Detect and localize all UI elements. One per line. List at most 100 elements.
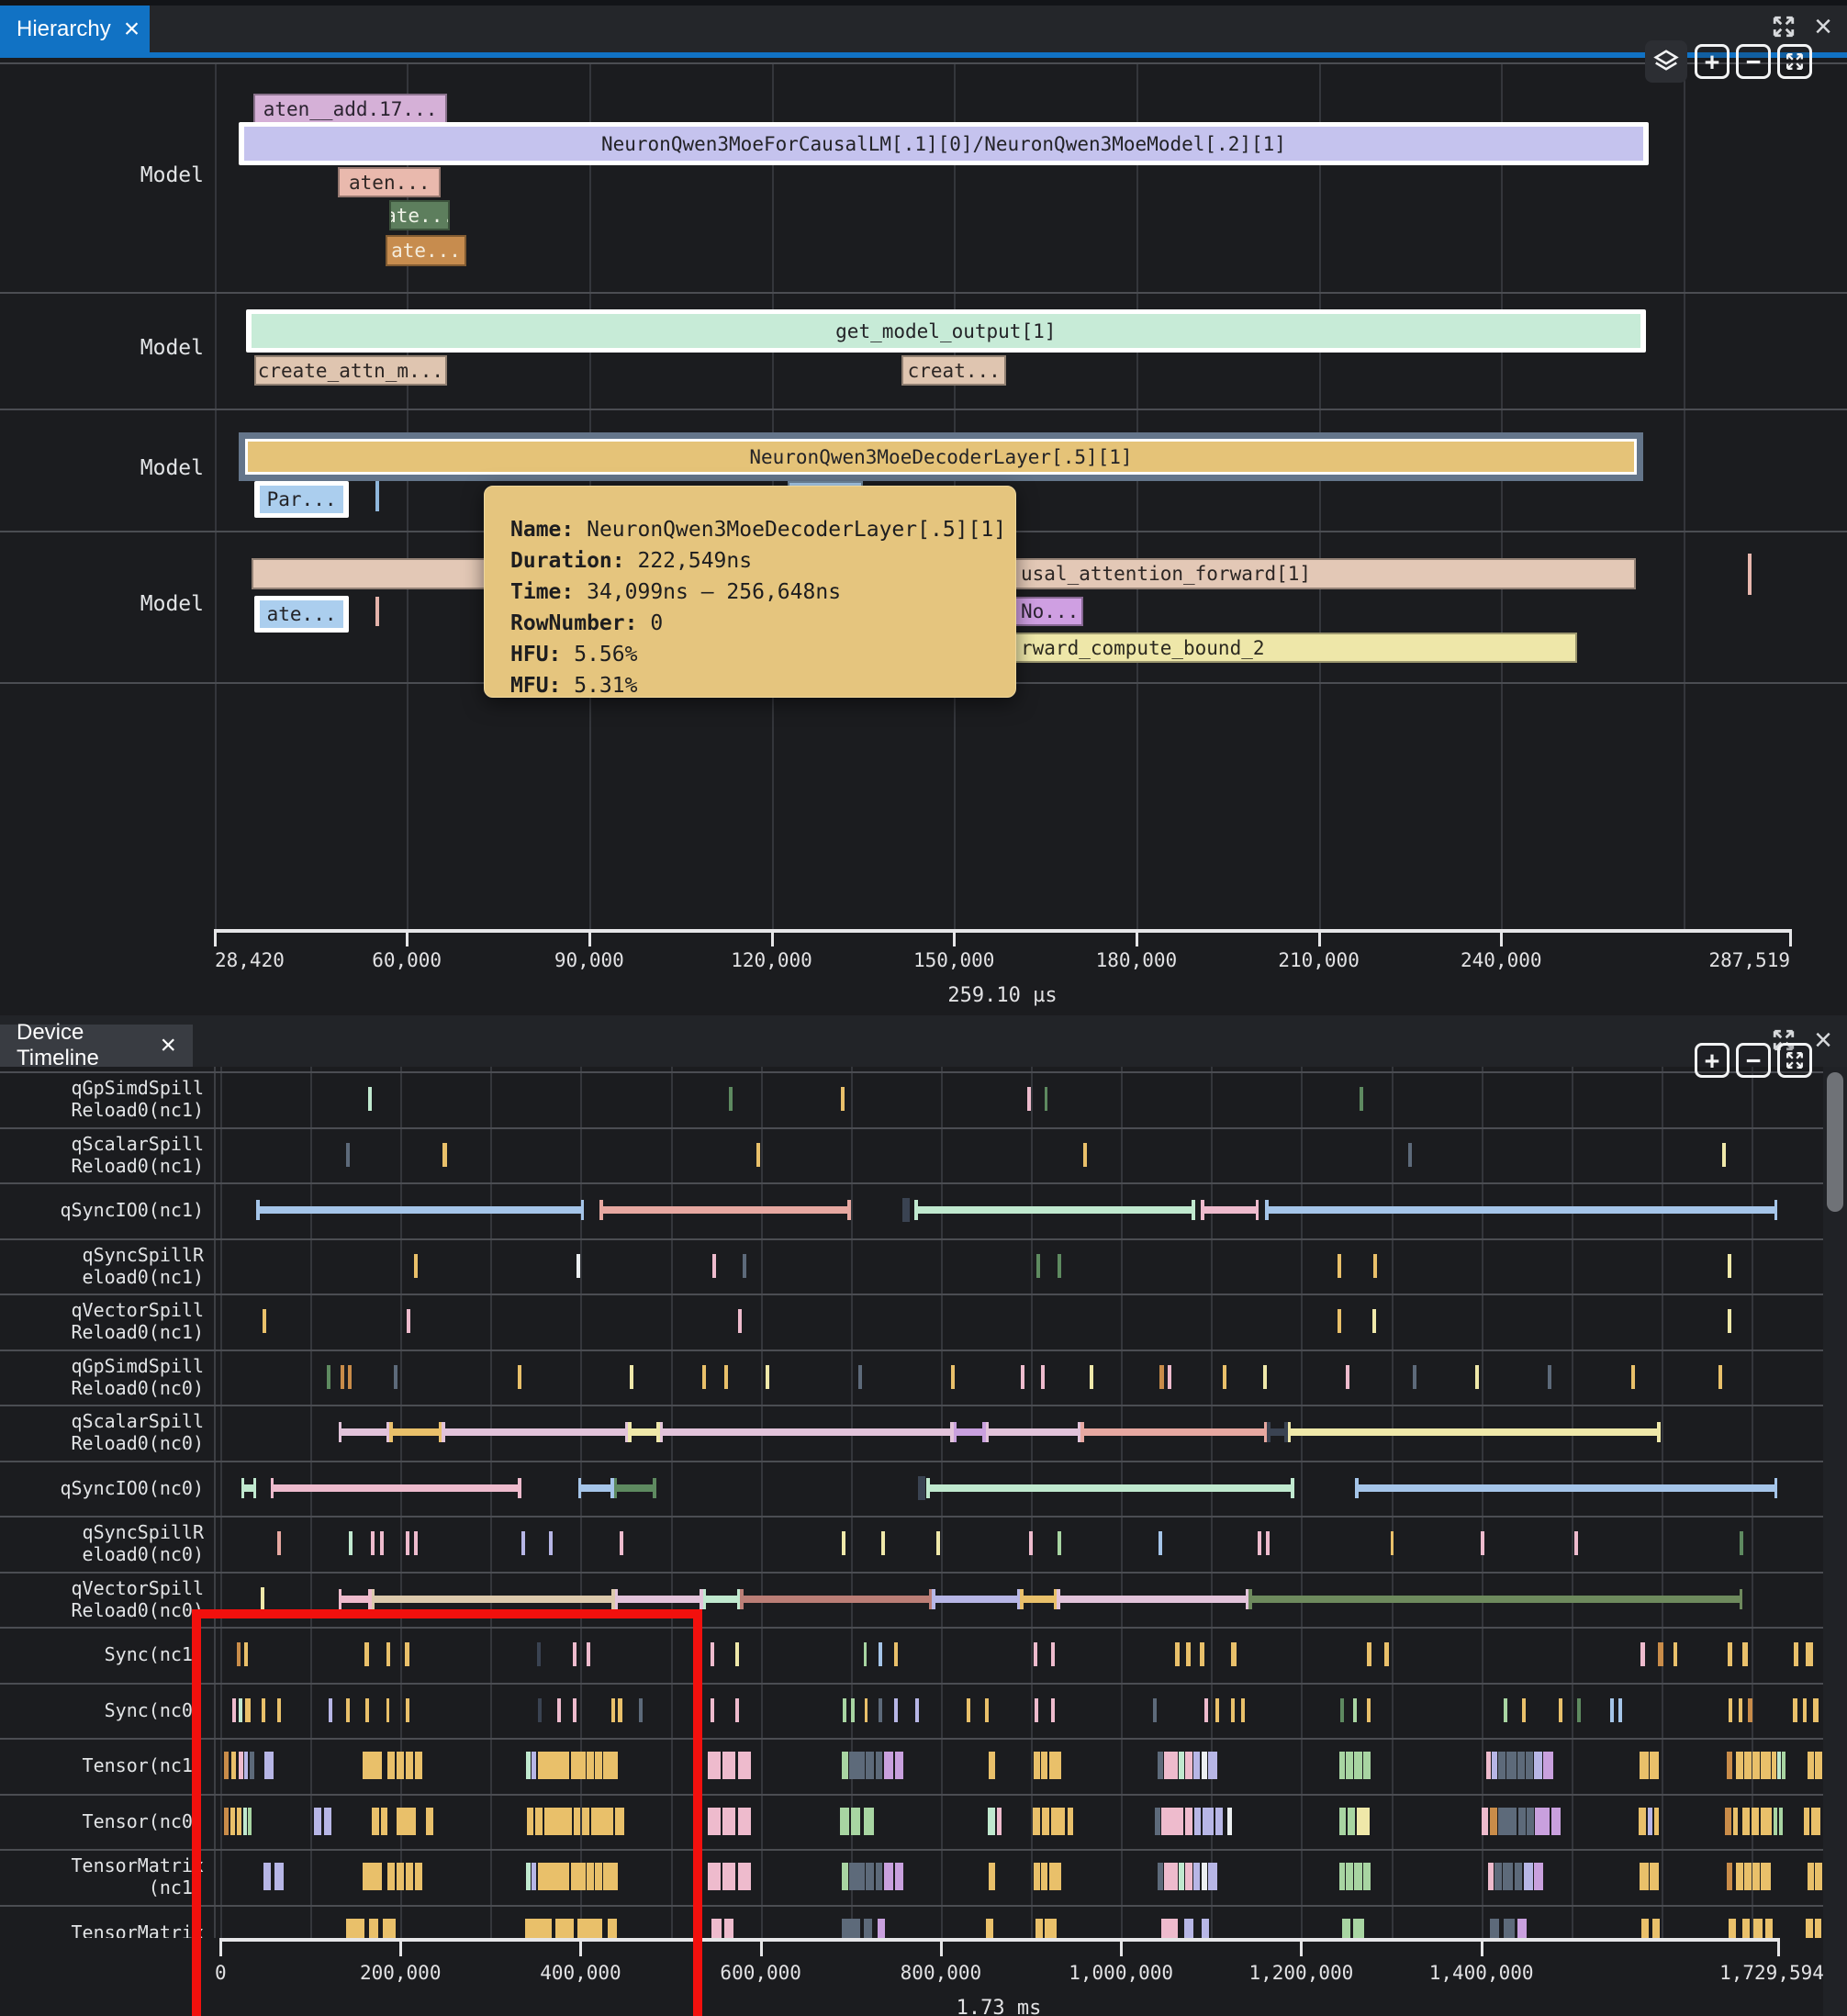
timeline-tick[interactable] — [277, 1531, 281, 1555]
timeline-block[interactable] — [1193, 1752, 1201, 1779]
timeline-tick[interactable] — [371, 1531, 375, 1555]
timeline-block[interactable] — [1049, 1863, 1062, 1890]
timeline-line-segment[interactable] — [615, 1596, 703, 1603]
timeline-tick[interactable] — [1168, 1365, 1171, 1389]
timeline-tick[interactable] — [1258, 1531, 1261, 1555]
timeline-tick[interactable] — [879, 1698, 882, 1722]
timeline-block[interactable] — [708, 1808, 721, 1835]
timeline-block[interactable] — [1179, 1752, 1184, 1779]
timeline-tick[interactable] — [711, 1642, 714, 1666]
timeline-block[interactable] — [1354, 1752, 1362, 1779]
timeline-tick[interactable] — [620, 1531, 623, 1555]
timeline-tick[interactable] — [865, 1698, 868, 1722]
timeline-tick[interactable] — [1618, 1698, 1622, 1722]
timeline-line-segment[interactable] — [932, 1596, 1020, 1603]
timeline-block[interactable] — [1543, 1752, 1553, 1779]
tab-device-timeline[interactable]: Device Timeline × — [0, 1025, 193, 1067]
timeline-block[interactable] — [988, 1808, 995, 1835]
hierarchy-span[interactable]: aten__add.17... — [253, 94, 447, 124]
timeline-tick[interactable] — [327, 1365, 330, 1389]
timeline-tick[interactable] — [1204, 1698, 1208, 1722]
timeline-tick[interactable] — [1266, 1531, 1270, 1555]
timeline-tick[interactable] — [915, 1698, 919, 1722]
timeline-block[interactable] — [989, 1752, 995, 1779]
hierarchy-zoom-out-button[interactable]: − — [1736, 44, 1771, 79]
timeline-block[interactable] — [1503, 1863, 1513, 1890]
hierarchy-span[interactable]: Par... — [260, 486, 343, 513]
timeline-block[interactable] — [1729, 1919, 1736, 1938]
timeline-block[interactable] — [1534, 1752, 1543, 1779]
timeline-block[interactable] — [1357, 1808, 1370, 1835]
timeline-block[interactable] — [1815, 1752, 1823, 1779]
timeline-tick[interactable] — [1722, 1143, 1726, 1167]
timeline-line-segment[interactable] — [614, 1484, 656, 1492]
hierarchy-fit-button[interactable] — [1777, 44, 1812, 79]
timeline-block[interactable] — [1155, 1808, 1160, 1835]
timeline-block[interactable] — [1348, 1808, 1355, 1835]
timeline-tick[interactable] — [1051, 1642, 1055, 1666]
timeline-line-segment[interactable] — [339, 1428, 390, 1436]
timeline-block[interactable] — [1227, 1808, 1232, 1835]
hierarchy-span[interactable]: creat... — [901, 355, 1006, 386]
timeline-tick[interactable] — [1367, 1642, 1371, 1666]
timeline-tick[interactable] — [549, 1531, 553, 1555]
timeline-tick[interactable] — [1058, 1531, 1061, 1555]
timeline-block[interactable] — [1808, 1863, 1814, 1890]
timeline-block[interactable] — [722, 1808, 735, 1835]
timeline-tick[interactable] — [1340, 1698, 1345, 1722]
timeline-block[interactable] — [1640, 1863, 1649, 1890]
timeline-tick[interactable] — [894, 1642, 898, 1666]
timeline-block[interactable] — [1650, 1863, 1659, 1890]
timeline-block[interactable] — [842, 1863, 848, 1890]
timeline-block[interactable] — [866, 1863, 874, 1890]
timeline-block[interactable] — [1185, 1863, 1192, 1890]
timeline-block[interactable] — [1815, 1863, 1823, 1890]
timeline-block[interactable] — [1041, 1863, 1047, 1890]
hierarchy-span[interactable]: ate... — [389, 200, 450, 230]
timeline-line-segment[interactable] — [1288, 1428, 1661, 1436]
timeline-tick[interactable] — [985, 1698, 989, 1722]
timeline-block[interactable] — [895, 1752, 903, 1779]
timeline-block[interactable] — [1753, 1919, 1763, 1938]
timeline-line-segment[interactable] — [1020, 1596, 1057, 1603]
timeline-tick[interactable] — [1793, 1698, 1797, 1722]
timeline-block[interactable] — [1202, 1919, 1209, 1938]
timeline-block[interactable] — [1490, 1919, 1499, 1938]
timeline-tick[interactable] — [735, 1698, 739, 1722]
hierarchy-span[interactable]: get_model_output[1] — [252, 314, 1640, 348]
timeline-tick[interactable] — [1027, 1087, 1031, 1111]
timeline-tick[interactable] — [1200, 1642, 1204, 1666]
timeline-block[interactable] — [1346, 1863, 1353, 1890]
timeline-tick[interactable] — [1610, 1698, 1614, 1722]
timeline-block[interactable] — [1482, 1808, 1489, 1835]
timeline-block[interactable] — [1041, 1752, 1047, 1779]
timeline-line-segment[interactable] — [986, 1428, 1080, 1436]
timeline-block[interactable] — [1193, 1863, 1201, 1890]
timeline-tick[interactable] — [842, 1531, 845, 1555]
timeline-block[interactable] — [864, 1808, 875, 1835]
timeline-tick[interactable] — [1159, 1531, 1162, 1555]
timeline-tick[interactable] — [858, 1365, 862, 1389]
timeline-tick[interactable] — [1346, 1365, 1349, 1389]
timeline-tick[interactable] — [1481, 1531, 1484, 1555]
timeline-line-segment[interactable] — [372, 1596, 615, 1603]
timeline-block[interactable] — [1490, 1808, 1497, 1835]
timeline-block[interactable] — [1161, 1808, 1183, 1835]
timeline-block[interactable] — [849, 1752, 865, 1779]
timeline-tick[interactable] — [1373, 1254, 1377, 1278]
timeline-block[interactable] — [738, 1808, 751, 1835]
timeline-block[interactable] — [1504, 1919, 1515, 1938]
layers-button[interactable] — [1645, 40, 1687, 83]
timeline-tick[interactable] — [1367, 1698, 1371, 1722]
timeline-tick[interactable] — [738, 1309, 742, 1333]
timeline-block[interactable] — [1811, 1808, 1820, 1835]
timeline-block[interactable] — [1185, 1808, 1192, 1835]
timeline-block[interactable] — [1534, 1863, 1544, 1890]
timeline-block[interactable] — [1761, 1808, 1772, 1835]
timeline-tick[interactable] — [879, 1642, 882, 1666]
timeline-block[interactable] — [842, 1919, 860, 1938]
timeline-tick[interactable] — [724, 1365, 728, 1389]
timeline-tick[interactable] — [1658, 1642, 1663, 1666]
timeline-block[interactable] — [876, 1863, 882, 1890]
timeline-tick[interactable] — [1090, 1365, 1093, 1389]
